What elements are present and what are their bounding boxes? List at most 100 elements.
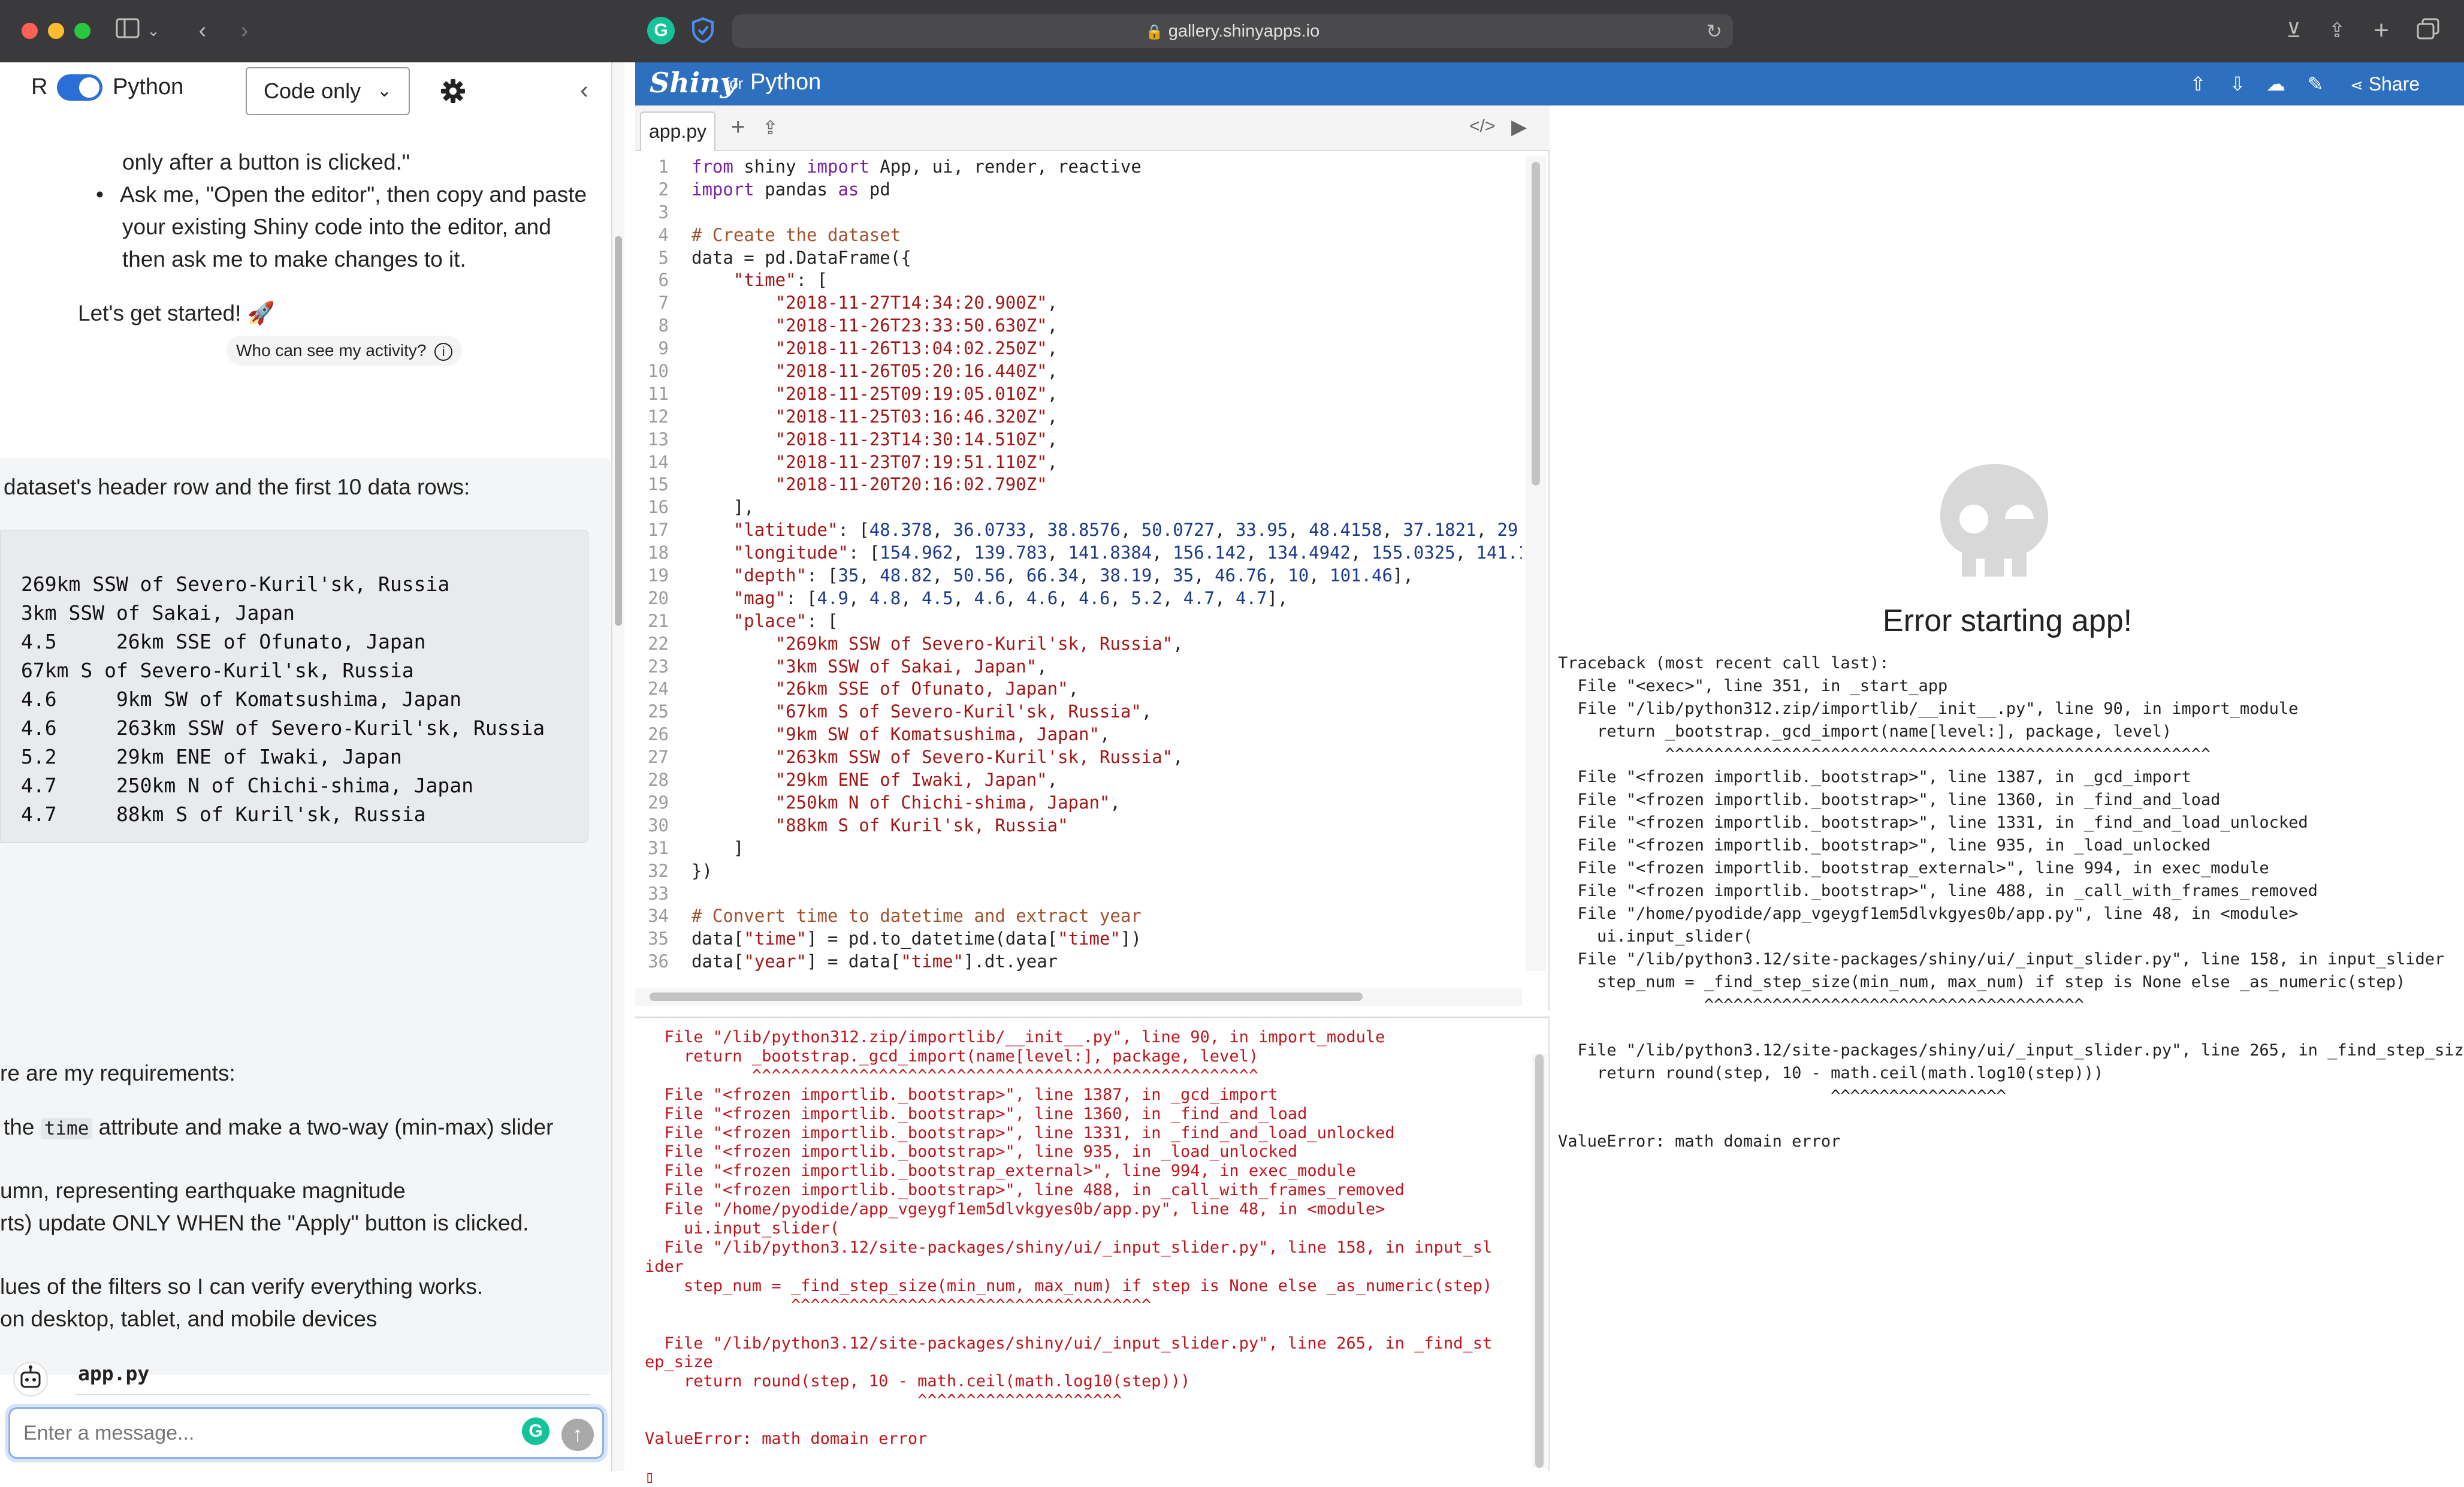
download-icon[interactable]: ⇩ (2224, 71, 2251, 97)
traceback-line: File "<frozen importlib._bootstrap_exter… (1558, 859, 2269, 877)
line-number: 12 (648, 406, 669, 427)
scrollbar-thumb[interactable] (650, 993, 1363, 1001)
editor-horizontal-scrollbar[interactable] (635, 988, 1522, 1006)
code-line[interactable]: 17 "latitude": [48.378, 36.0733, 38.8576… (635, 519, 1522, 542)
console-line: File "<frozen importlib._bootstrap>", li… (645, 1085, 1278, 1104)
message-input[interactable] (23, 1417, 503, 1449)
code-line[interactable]: 30 "88km S of Kuril'sk, Russia" (635, 815, 1522, 837)
code-line[interactable]: 31 ] (635, 837, 1522, 860)
upload-icon[interactable]: ⇧ (2185, 71, 2211, 97)
console-line: File "/lib/python3.12/site-packages/shin… (645, 1334, 1493, 1353)
upload-file-icon[interactable]: ⇪ (762, 116, 778, 139)
chat-scrollbar[interactable] (612, 62, 624, 1471)
code-line[interactable]: 15 "2018-11-20T20:16:02.790Z" (635, 473, 1522, 496)
code-line[interactable]: 9 "2018-11-26T13:04:02.250Z", (635, 337, 1522, 360)
console-line: ider (645, 1257, 684, 1276)
code-line[interactable]: 32}) (635, 860, 1522, 883)
code-line[interactable]: 6 "time": [ (635, 269, 1522, 292)
tab-overview-icon[interactable] (2415, 18, 2441, 43)
grammarly-icon[interactable]: G (522, 1417, 549, 1445)
code-line[interactable]: 8 "2018-11-26T23:33:50.630Z", (635, 315, 1522, 337)
lock-icon: 🔒 (1145, 24, 1164, 40)
traceback-line (1558, 1017, 2457, 1039)
code-line[interactable]: 12 "2018-11-25T03:16:46.320Z", (635, 406, 1522, 429)
code-line[interactable]: 27 "263km SSW of Severo-Kuril'sk, Russia… (635, 746, 1522, 769)
language-toggle[interactable] (57, 74, 102, 101)
edit-icon[interactable]: ✎ (2302, 71, 2329, 97)
code-line[interactable]: 11 "2018-11-25T09:19:05.010Z", (635, 383, 1522, 406)
code-line[interactable]: 20 "mag": [4.9, 4.8, 4.5, 4.6, 4.6, 4.6,… (635, 587, 1522, 610)
line-number: 32 (648, 860, 669, 881)
line-number: 31 (648, 837, 669, 858)
traceback-line: File "/lib/python3.12/site-packages/shin… (1558, 1041, 2464, 1060)
grammarly-extension-icon[interactable]: G (647, 17, 675, 44)
share-button[interactable]: ⋖ Share (2350, 71, 2420, 97)
zoom-window-button[interactable] (74, 23, 90, 39)
code-line[interactable]: 5 data = pd.DataFrame({ (635, 247, 1522, 270)
mode-select[interactable]: Code only ⌄ (246, 67, 410, 115)
editor-vertical-scrollbar[interactable] (1526, 156, 1546, 971)
close-window-button[interactable] (22, 23, 38, 39)
code-line[interactable]: 21 "place": [ (635, 610, 1522, 633)
line-number: 36 (648, 951, 669, 972)
code-line[interactable]: 25 "67km S of Severo-Kuril'sk, Russia", (635, 701, 1522, 723)
console-scrollbar[interactable] (1532, 1054, 1547, 1468)
code-line[interactable]: 2 import pandas as pd (635, 179, 1522, 201)
code-line[interactable]: 13 "2018-11-23T14:30:14.510Z", (635, 429, 1522, 451)
code-line[interactable]: 26 "9km SW of Komatsushima, Japan", (635, 723, 1522, 746)
downloads-icon[interactable]: ⊻ (2282, 18, 2306, 43)
code-line[interactable]: 33 (635, 883, 1522, 906)
back-icon[interactable]: ‹ (191, 18, 215, 43)
tab-app-py[interactable]: app.py (640, 111, 715, 151)
scrollbar-thumb[interactable] (615, 236, 622, 626)
chevron-down-icon[interactable]: ⌄ (146, 18, 161, 43)
collapse-panel-icon[interactable]: ‹ (580, 76, 588, 104)
traceback-line: ^^^^^^^^^^^^^^^^^^^^^^^^^^^^^^^^^^^^^^^^… (1558, 745, 2211, 764)
code-line[interactable]: 1 from shiny import App, ui, render, reac… (635, 156, 1522, 179)
code-line[interactable]: 34 # Convert time to datetime and extract… (635, 905, 1522, 928)
line-number: 19 (648, 565, 669, 586)
minimize-window-button[interactable] (48, 23, 64, 39)
reload-icon[interactable]: ↻ (1706, 14, 1722, 48)
line-number: 8 (658, 315, 669, 336)
scrollbar-thumb[interactable] (1532, 162, 1540, 485)
console-line: File "/home/pyodide/app_vgeygf1em5dlvkgy… (645, 1200, 1385, 1219)
code-line[interactable]: 4 # Create the dataset (635, 224, 1522, 247)
forward-icon[interactable]: › (232, 18, 256, 43)
console-text[interactable]: File "/lib/python312.zip/importlib/__ini… (645, 1028, 1532, 1487)
line-number: 27 (648, 747, 669, 768)
send-arrow-icon[interactable]: ↑ (561, 1419, 594, 1451)
code-line[interactable]: 14 "2018-11-23T07:19:51.110Z", (635, 451, 1522, 474)
traceback-line: File "/lib/python312.zip/importlib/__ini… (1558, 699, 2299, 718)
code-line[interactable]: 29 "250km N of Chichi-shima, Japan", (635, 792, 1522, 815)
scrollbar-thumb[interactable] (1535, 1054, 1544, 1468)
code-line[interactable]: 19 "depth": [35, 48.82, 50.56, 66.34, 38… (635, 565, 1522, 587)
browser-toolbar: ⌄ ‹ › G 🔒 gallery.shinyapps.io ↻ ⊻ ⇪ + (0, 0, 2464, 62)
requirement-item: on desktop, tablet, and mobile devices (0, 1307, 378, 1331)
code-area[interactable]: 1 from shiny import App, ui, render, reac… (635, 156, 1522, 982)
sidebar-toggle-icon[interactable] (114, 18, 141, 43)
message-input-box[interactable]: G ↑ (8, 1407, 604, 1459)
code-line[interactable]: 28 "29km ENE of Iwaki, Japan", (635, 769, 1522, 792)
code-line[interactable]: 35 data["time"] = pd.to_datetime(data["ti… (635, 928, 1522, 951)
run-icon[interactable]: ▶ (1511, 115, 1527, 139)
code-line[interactable]: 18 "longitude": [154.962, 139.783, 141.8… (635, 542, 1522, 565)
address-bar[interactable]: 🔒 gallery.shinyapps.io ↻ (732, 14, 1733, 48)
code-line[interactable]: 16 ], (635, 496, 1522, 519)
code-line[interactable]: 10 "2018-11-26T05:20:16.440Z", (635, 360, 1522, 383)
shield-icon[interactable] (689, 17, 717, 44)
gear-icon[interactable] (439, 77, 467, 105)
code-line[interactable]: 23 "3km SSW of Sakai, Japan", (635, 656, 1522, 678)
code-view-icon[interactable]: </> (1469, 116, 1495, 137)
code-line[interactable]: 24 "26km SSE of Ofunato, Japan", (635, 678, 1522, 701)
chevron-down-icon: ⌄ (376, 81, 392, 101)
add-file-icon[interactable]: + (731, 114, 745, 141)
privacy-link[interactable]: Who can see my activity? i (227, 336, 463, 366)
code-line[interactable]: 7 "2018-11-27T14:34:20.900Z", (635, 292, 1522, 315)
code-line[interactable]: 22 "269km SSW of Severo-Kuril'sk, Russia… (635, 633, 1522, 656)
share-icon[interactable]: ⇪ (2325, 18, 2349, 43)
new-tab-icon[interactable]: + (2369, 17, 2393, 44)
cloud-upload-icon[interactable]: ☁ (2263, 71, 2289, 97)
code-line[interactable]: 36 data["year"] = data["time"].dt.year (635, 951, 1522, 973)
code-line[interactable]: 3 (635, 201, 1522, 224)
